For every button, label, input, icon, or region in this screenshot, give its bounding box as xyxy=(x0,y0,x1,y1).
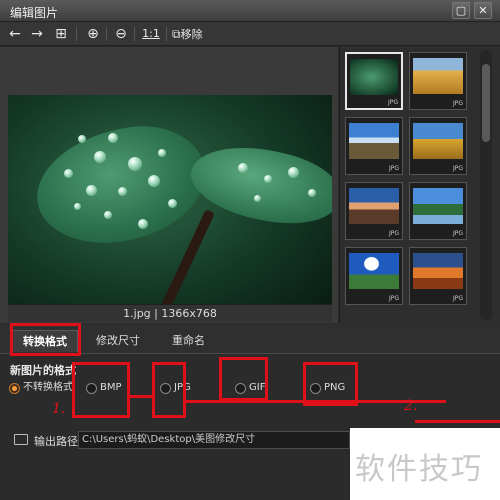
thumbnail-tag: JPG xyxy=(452,165,463,172)
thumbnail-tag: JPG xyxy=(388,295,399,302)
thumbnail-item[interactable]: JPG xyxy=(345,117,403,175)
output-path-input[interactable]: C:\Users\蚂蚁\Desktop\美图修改尺寸 xyxy=(78,431,350,449)
toolbar-divider xyxy=(166,27,167,41)
toolbar-divider xyxy=(134,27,135,41)
thumbnail-tag: JPG xyxy=(452,295,463,302)
tab-resize[interactable]: 修改尺寸 xyxy=(86,330,150,352)
annotation-box-tab xyxy=(10,323,81,356)
annotation-number-1: 1. xyxy=(52,401,66,417)
remove-button[interactable]: ⧉移除 xyxy=(172,25,230,43)
zoom-out-icon[interactable]: ⊖ xyxy=(112,25,130,43)
remove-icon: ⧉ xyxy=(172,27,181,41)
thumbnail-tag: JPG xyxy=(388,230,399,237)
toolbar-divider xyxy=(106,27,107,41)
image-viewer xyxy=(0,47,338,323)
annotation-box-jpg xyxy=(152,362,186,418)
thumbnail-item[interactable]: JPG xyxy=(409,247,467,305)
back-arrow-icon[interactable]: ← xyxy=(6,25,24,43)
thumbnail-tag: JPG xyxy=(452,100,463,107)
folder-icon[interactable] xyxy=(14,434,28,445)
toolbar-divider xyxy=(76,27,77,41)
thumbnail-item[interactable]: JPG xyxy=(345,247,403,305)
annotation-box-gif xyxy=(219,357,268,401)
annotation-box-bmp xyxy=(72,362,130,418)
annotation-box-next xyxy=(415,420,500,423)
thumbnail-tag: JPG xyxy=(452,230,463,237)
thumbnail-item[interactable]: JPG xyxy=(409,182,467,240)
tab-rename[interactable]: 重命名 xyxy=(162,330,215,352)
add-icon[interactable]: ⊞ xyxy=(52,25,70,43)
format-section-label: 新图片的格式 xyxy=(10,364,76,377)
thumbnail-item[interactable]: JPG xyxy=(345,52,403,110)
image-caption: 1.jpg | 1366x768 xyxy=(8,304,332,322)
thumbnail-item[interactable]: JPG xyxy=(409,117,467,175)
thumbnail-item[interactable]: JPG xyxy=(345,182,403,240)
close-button[interactable]: ✕ xyxy=(474,2,492,19)
window-title: 编辑图片 xyxy=(10,6,59,20)
maximize-button[interactable]: ▢ xyxy=(452,2,470,19)
scrollbar-thumb[interactable] xyxy=(482,64,490,142)
thumbnail-item[interactable]: JPG xyxy=(409,52,467,110)
thumbnail-tag: JPG xyxy=(388,165,399,172)
remove-label: 移除 xyxy=(180,28,203,41)
radio-no-convert[interactable]: 不转换格式 xyxy=(9,381,73,395)
annotation-connector xyxy=(130,395,152,398)
output-path-label: 输出路径 xyxy=(34,435,78,448)
toolbar: ← → ⊞ ⊕ ⊖ 1:1 ⧉移除 xyxy=(0,22,500,46)
actual-size-button[interactable]: 1:1 xyxy=(140,25,162,43)
thumbnail-tag: JPG xyxy=(387,99,398,106)
forward-arrow-icon[interactable]: → xyxy=(28,25,46,43)
watermark-text: 软件技巧 xyxy=(355,452,483,487)
zoom-in-icon[interactable]: ⊕ xyxy=(84,25,102,43)
annotation-number-2: 2. xyxy=(404,398,418,414)
preview-image xyxy=(8,95,332,321)
thumbnail-scrollbar[interactable] xyxy=(480,50,492,320)
title-bar: 编辑图片 ▢ ✕ xyxy=(0,0,500,22)
